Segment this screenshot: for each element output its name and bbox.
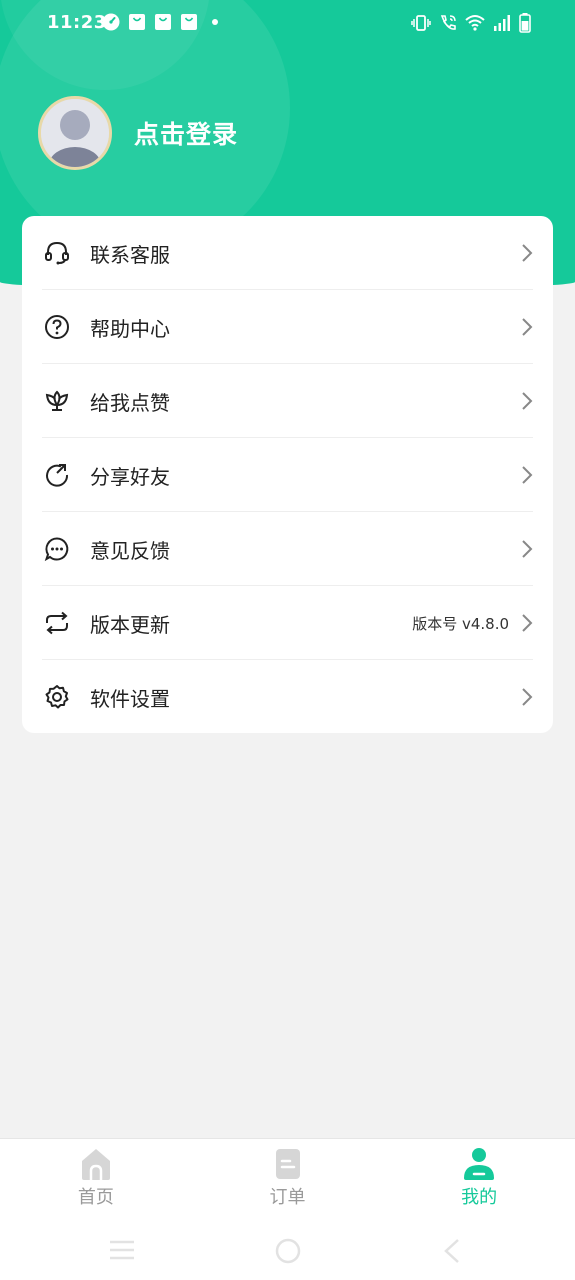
menu-item-version-update[interactable]: 版本更新 版本号 v4.8.0 (22, 586, 553, 660)
menu-item-label: 分享好友 (90, 464, 170, 489)
chevron-right-icon (522, 466, 533, 484)
headset-icon (44, 240, 70, 266)
status-time: 11:23 (47, 12, 107, 33)
home-icon (81, 1149, 110, 1180)
menu-item-like-us[interactable]: 给我点赞 (22, 364, 553, 438)
gear-icon (44, 684, 70, 710)
bottom-tab-bar: 首页 订单 我的 (0, 1138, 575, 1220)
home-circle-icon[interactable] (275, 1238, 301, 1264)
tab-mine[interactable]: 我的 (383, 1139, 575, 1220)
status-notification-icons (102, 13, 218, 31)
shopping-bag-icon (129, 14, 145, 30)
chevron-right-icon (522, 614, 533, 632)
chevron-right-icon (522, 318, 533, 336)
menu-item-label: 给我点赞 (90, 390, 170, 415)
menu-item-settings[interactable]: 软件设置 (22, 660, 553, 734)
tab-label: 订单 (269, 1187, 306, 1208)
menu-item-label: 版本更新 (90, 612, 170, 637)
menu-card: 联系客服 帮助中心 给我点赞 分享好友 意见反馈 版本更新 版本号 v4.8.0… (22, 216, 553, 733)
notification-dot-icon (212, 19, 218, 25)
status-bar: 11:23 (0, 0, 575, 48)
default-avatar-icon (41, 99, 109, 167)
system-navigation-bar (0, 1220, 575, 1280)
help-circle-icon (44, 314, 70, 340)
menu-item-help-center[interactable]: 帮助中心 (22, 290, 553, 364)
shopping-bag-icon (155, 14, 171, 30)
chevron-right-icon (522, 392, 533, 410)
vibrate-icon (411, 15, 431, 31)
avatar[interactable] (38, 96, 112, 170)
battery-icon (519, 13, 531, 33)
menu-item-label: 帮助中心 (90, 316, 170, 341)
refresh-icon (44, 610, 70, 636)
tab-orders[interactable]: 订单 (192, 1139, 384, 1220)
menu-icon[interactable] (108, 1238, 136, 1262)
menu-item-feedback[interactable]: 意见反馈 (22, 512, 553, 586)
wifi-call-icon (440, 15, 456, 30)
speedometer-icon (102, 13, 120, 31)
menu-item-label: 联系客服 (90, 242, 170, 267)
tab-label: 首页 (77, 1187, 114, 1208)
signal-icon (494, 15, 510, 31)
tab-label: 我的 (461, 1187, 498, 1208)
profile-icon (464, 1148, 495, 1180)
tab-home[interactable]: 首页 (0, 1139, 192, 1220)
menu-item-label: 软件设置 (90, 686, 170, 711)
lotus-icon (44, 388, 70, 414)
order-icon (275, 1149, 300, 1179)
shopping-bag-icon (181, 14, 197, 30)
menu-item-share-friends[interactable]: 分享好友 (22, 438, 553, 512)
chevron-right-icon (522, 244, 533, 262)
chat-bubble-icon (44, 536, 70, 562)
status-system-icons (411, 13, 531, 33)
share-icon (44, 462, 70, 488)
chevron-right-icon (522, 540, 533, 558)
login-link[interactable]: 点击登录 (134, 115, 238, 151)
menu-item-contact-service[interactable]: 联系客服 (22, 216, 553, 290)
version-number: 版本号 v4.8.0 (412, 614, 509, 633)
chevron-right-icon (522, 688, 533, 706)
wifi-icon (465, 15, 485, 31)
profile-section[interactable]: 点击登录 (38, 96, 238, 170)
menu-item-label: 意见反馈 (90, 538, 170, 563)
back-icon[interactable] (442, 1238, 462, 1264)
